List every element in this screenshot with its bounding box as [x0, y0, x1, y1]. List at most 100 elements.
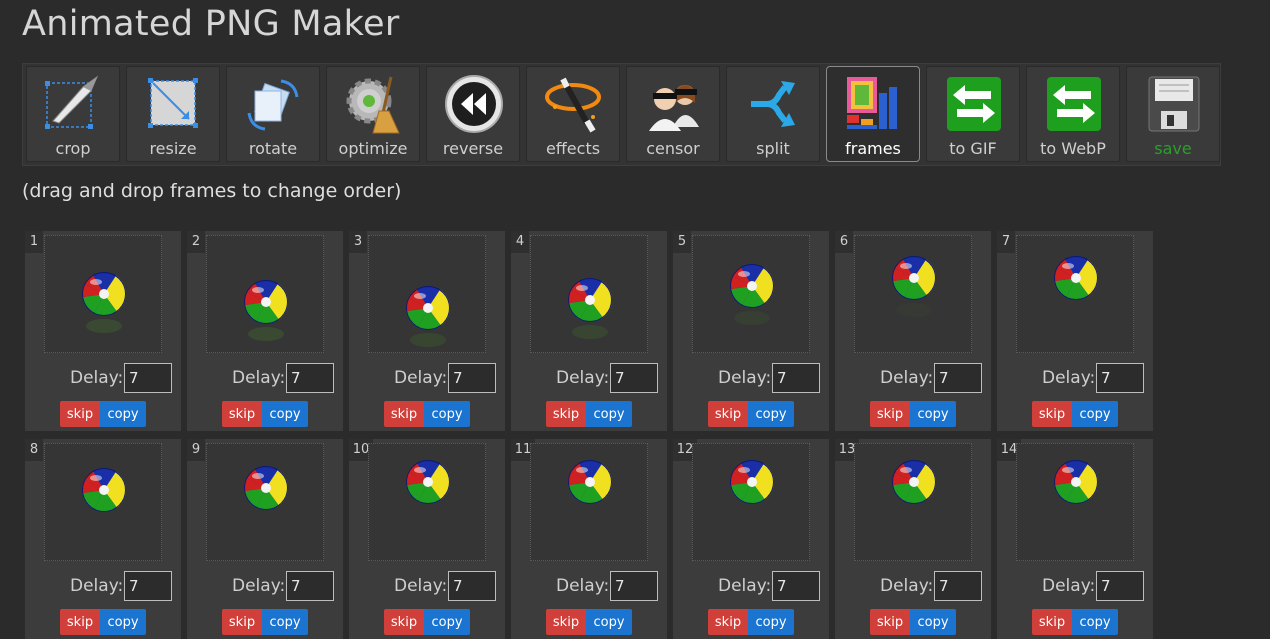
frame-thumbnail — [1016, 235, 1134, 353]
censor-label: censor — [646, 139, 700, 158]
delay-input[interactable] — [1096, 363, 1144, 393]
rotate-icon — [247, 79, 299, 131]
frame-thumbnail — [1016, 443, 1134, 561]
delay-label: Delay: — [556, 368, 610, 388]
delay-input[interactable] — [1096, 571, 1144, 601]
save-button[interactable]: save — [1126, 66, 1220, 162]
frame-card[interactable]: 6 Delay: 7 skip copy — [835, 231, 991, 431]
delay-label: Delay: — [1042, 576, 1096, 596]
copy-button[interactable]: copy — [262, 609, 308, 635]
frame-card[interactable]: 2 Delay: 7 skip copy — [187, 231, 343, 431]
skip-button[interactable]: skip — [384, 401, 424, 427]
copy-button[interactable]: copy — [100, 401, 146, 427]
delay-input[interactable] — [448, 363, 496, 393]
skip-button[interactable]: skip — [1032, 401, 1072, 427]
delay-input[interactable] — [286, 571, 334, 601]
frame-card[interactable]: 9 Delay: 7 skip copy — [187, 439, 343, 639]
copy-button[interactable]: copy — [910, 401, 956, 427]
frame-number: 6 — [835, 231, 853, 253]
delay-label: Delay: — [70, 576, 124, 596]
rotate-button[interactable]: rotate — [226, 66, 320, 162]
skip-button[interactable]: skip — [60, 609, 100, 635]
split-button[interactable]: split — [726, 66, 820, 162]
skip-button[interactable]: skip — [384, 609, 424, 635]
frame-card[interactable]: 10 Delay: 7 skip copy — [349, 439, 505, 639]
copy-button[interactable]: copy — [748, 609, 794, 635]
skip-button[interactable]: skip — [708, 401, 748, 427]
beach-ball-icon — [568, 460, 612, 504]
frame-card[interactable]: 8 Delay: 7 skip copy — [25, 439, 181, 639]
skip-button[interactable]: skip — [60, 401, 100, 427]
optimize-button[interactable]: optimize — [326, 66, 420, 162]
to-webp-button[interactable]: to WebP — [1026, 66, 1120, 162]
skip-button[interactable]: skip — [708, 609, 748, 635]
skip-button[interactable]: skip — [1032, 609, 1072, 635]
skip-button[interactable]: skip — [546, 401, 586, 427]
beach-ball-icon — [244, 466, 288, 510]
copy-button[interactable]: copy — [424, 401, 470, 427]
delay-label: Delay: — [1042, 368, 1096, 388]
resize-label: resize — [149, 139, 197, 158]
beach-ball-icon — [406, 460, 450, 504]
split-icon — [751, 81, 795, 127]
copy-button[interactable]: copy — [262, 401, 308, 427]
delay-input[interactable] — [772, 571, 820, 601]
frames-button[interactable]: frames — [826, 66, 920, 162]
save-icon — [1148, 76, 1200, 132]
frame-card[interactable]: 14 Delay: 7 skip copy — [997, 439, 1153, 639]
delay-input[interactable] — [448, 571, 496, 601]
crop-button[interactable]: crop — [26, 66, 120, 162]
frame-card[interactable]: 13 Delay: 7 skip copy — [835, 439, 991, 639]
frame-thumbnail — [44, 235, 162, 353]
to-gif-button[interactable]: to GIF — [926, 66, 1020, 162]
delay-label: Delay: — [232, 576, 286, 596]
convert-webp-icon — [1047, 77, 1101, 131]
copy-button[interactable]: copy — [1072, 609, 1118, 635]
delay-input[interactable] — [772, 363, 820, 393]
copy-button[interactable]: copy — [586, 609, 632, 635]
to-webp-label: to WebP — [1040, 139, 1106, 158]
copy-button[interactable]: copy — [748, 401, 794, 427]
beach-ball-icon — [730, 264, 774, 325]
delay-input[interactable] — [934, 363, 982, 393]
frame-card[interactable]: 7 Delay: 7 skip copy — [997, 231, 1153, 431]
delay-input[interactable] — [124, 571, 172, 601]
delay-input[interactable] — [610, 571, 658, 601]
skip-button[interactable]: skip — [870, 609, 910, 635]
copy-button[interactable]: copy — [586, 401, 632, 427]
delay-input[interactable] — [286, 363, 334, 393]
beach-ball-icon — [406, 286, 450, 347]
frame-card[interactable]: 12 Delay: 7 skip copy — [673, 439, 829, 639]
delay-input[interactable] — [124, 363, 172, 393]
reverse-button[interactable]: reverse — [426, 66, 520, 162]
copy-button[interactable]: copy — [424, 609, 470, 635]
effects-icon — [545, 77, 601, 133]
skip-button[interactable]: skip — [222, 401, 262, 427]
frame-number: 5 — [673, 231, 691, 253]
skip-button[interactable]: skip — [870, 401, 910, 427]
frame-thumbnail — [530, 443, 648, 561]
frame-card[interactable]: 4 Delay: 7 skip copy — [511, 231, 667, 431]
effects-button[interactable]: effects — [526, 66, 620, 162]
frame-thumbnail — [854, 235, 972, 353]
optimize-icon — [346, 76, 400, 134]
censor-button[interactable]: censor — [626, 66, 720, 162]
copy-button[interactable]: copy — [100, 609, 146, 635]
frame-card[interactable]: 1 Delay: 7 skip copy — [25, 231, 181, 431]
save-label: save — [1154, 139, 1192, 158]
delay-input[interactable] — [610, 363, 658, 393]
frame-card[interactable]: 11 Delay: 7 skip copy — [511, 439, 667, 639]
effects-label: effects — [545, 139, 601, 158]
to-gif-label: to GIF — [949, 139, 997, 158]
rotate-label: rotate — [248, 139, 298, 158]
beach-ball-icon — [82, 272, 126, 333]
skip-button[interactable]: skip — [546, 609, 586, 635]
resize-button[interactable]: resize — [126, 66, 220, 162]
beach-ball-icon — [1054, 256, 1098, 300]
delay-input[interactable] — [934, 571, 982, 601]
copy-button[interactable]: copy — [910, 609, 956, 635]
frame-card[interactable]: 5 Delay: 7 skip copy — [673, 231, 829, 431]
copy-button[interactable]: copy — [1072, 401, 1118, 427]
frame-card[interactable]: 3 Delay: 7 skip copy — [349, 231, 505, 431]
skip-button[interactable]: skip — [222, 609, 262, 635]
